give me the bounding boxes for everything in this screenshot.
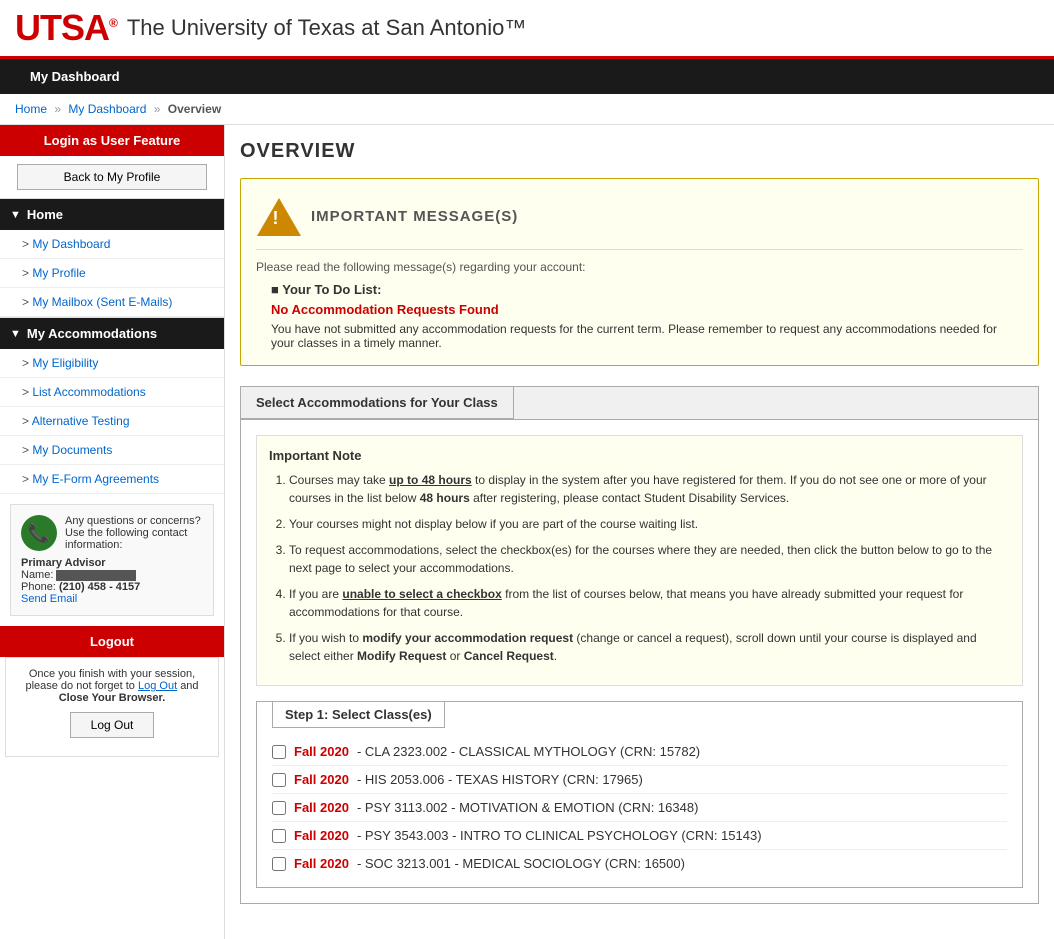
warning-icon [256,194,301,239]
course-row-3: Fall 2020 - PSY 3543.003 - INTRO TO CLIN… [272,822,1007,850]
note-item-2: Your courses might not display below if … [289,515,1010,533]
important-note-box: Important Note Courses may take up to 48… [256,435,1023,686]
important-title: IMPORTANT MESSAGE(S) [311,208,518,225]
login-as-user-box: Login as User Feature [0,125,224,156]
breadcrumb-sep2: » [154,102,164,116]
course-row-2: Fall 2020 - PSY 3113.002 - MOTIVATION & … [272,794,1007,822]
course-checkbox-3[interactable] [272,829,286,843]
home-section-header[interactable]: ▼ Home [0,199,224,230]
course-term-4: Fall 2020 [294,856,349,871]
accommodations-section-label: My Accommodations [27,326,157,341]
accommodations-arrow-icon: ▼ [10,328,21,340]
accommodations-section-header[interactable]: ▼ My Accommodations [0,318,224,349]
course-details-4: - SOC 3213.001 - MEDICAL SOCIOLOGY (CRN:… [357,856,685,871]
sidebar-item-list-accommodations[interactable]: List Accommodations [0,378,224,407]
contact-text: Any questions or concerns? Use the follo… [65,515,201,551]
my-dashboard-nav[interactable]: My Dashboard [15,59,135,94]
important-notes-list: Courses may take up to 48 hours to displ… [269,471,1010,665]
logout-content: Once you finish with your session, pleas… [5,657,219,757]
phone-number: (210) 458 - 4157 [59,581,140,593]
course-checkbox-0[interactable] [272,745,286,759]
any-questions-text: Any questions or concerns? [65,515,201,527]
logout-box: Logout [0,626,224,657]
note-item-1: Courses may take up to 48 hours to displ… [289,471,1010,507]
course-checkbox-2[interactable] [272,801,286,815]
main-content: OVERVIEW IMPORTANT MESSAGE(S) Please rea… [225,125,1054,939]
course-term-3: Fall 2020 [294,828,349,843]
use-following-text: Use the following contact [65,527,187,539]
course-checkbox-4[interactable] [272,857,286,871]
phone-icon: 📞 [21,515,57,551]
important-message-header: IMPORTANT MESSAGE(S) [256,194,1023,250]
sidebar-item-alternative-testing[interactable]: Alternative Testing [0,407,224,436]
course-checkbox-1[interactable] [272,773,286,787]
sidebar-item-my-mailbox[interactable]: My Mailbox (Sent E-Mails) [0,288,224,317]
no-accommodation-text: No Accommodation Requests Found [271,302,1023,317]
close-browser-text: Close Your Browser. [59,692,166,704]
sidebar: Login as User Feature Back to My Profile… [0,125,225,939]
navbar: My Dashboard [0,59,1054,94]
accommodation-note: You have not submitted any accommodation… [271,322,1023,350]
breadcrumb-sep1: » [54,102,64,116]
log-out-link[interactable]: Log Out [138,680,177,692]
sidebar-item-my-eligibility[interactable]: My Eligibility [0,349,224,378]
contact-inner: 📞 Any questions or concerns? Use the fol… [21,515,203,551]
important-subtitle: Please read the following message(s) reg… [256,260,1023,274]
sidebar-item-my-dashboard[interactable]: My Dashboard [0,230,224,259]
accommodations-section: ▼ My Accommodations My Eligibility List … [0,317,224,494]
important-message-box: IMPORTANT MESSAGE(S) Please read the fol… [240,178,1039,366]
logout-and-text: and [180,680,198,692]
course-row-4: Fall 2020 - SOC 3213.001 - MEDICAL SOCIO… [272,850,1007,877]
back-to-profile-button[interactable]: Back to My Profile [17,164,207,190]
course-details-2: - PSY 3113.002 - MOTIVATION & EMOTION (C… [357,800,698,815]
log-out-button[interactable]: Log Out [70,712,155,738]
breadcrumb-overview: Overview [168,102,221,116]
course-details-0: - CLA 2323.002 - CLASSICAL MYTHOLOGY (CR… [357,744,700,759]
contact-box: 📞 Any questions or concerns? Use the fol… [10,504,214,616]
course-row-1: Fall 2020 - HIS 2053.006 - TEXAS HISTORY… [272,766,1007,794]
warning-triangle [257,198,301,236]
home-section: ▼ Home My Dashboard My Profile My Mailbo… [0,198,224,317]
home-section-label: Home [27,207,63,222]
name-label: Name: [21,569,53,581]
step1-courses: Fall 2020 - CLA 2323.002 - CLASSICAL MYT… [257,728,1022,887]
course-term-2: Fall 2020 [294,800,349,815]
course-term-1: Fall 2020 [294,772,349,787]
primary-advisor-label: Primary Advisor [21,557,106,569]
step1-container: Step 1: Select Class(es) Fall 2020 - CLA… [256,701,1023,888]
page-title: OVERVIEW [240,140,1039,163]
home-arrow-icon: ▼ [10,209,21,221]
send-email-link[interactable]: Send Email [21,593,77,605]
select-accommodations-tab[interactable]: Select Accommodations for Your Class [241,387,514,419]
phone-label: Phone: [21,581,56,593]
utsa-logo: UTSA® The University of Texas at San Ant… [15,10,526,46]
header: UTSA® The University of Texas at San Ant… [0,0,1054,59]
utsa-letters: UTSA® [15,10,117,46]
sidebar-item-my-documents[interactable]: My Documents [0,436,224,465]
note-item-5: If you wish to modify your accommodation… [289,629,1010,665]
course-details-3: - PSY 3543.003 - INTRO TO CLINICAL PSYCH… [357,828,762,843]
todo-title: ■ Your To Do List: [271,282,1023,297]
note-item-3: To request accommodations, select the ch… [289,541,1010,577]
course-row-0: Fall 2020 - CLA 2323.002 - CLASSICAL MYT… [272,738,1007,766]
course-details-1: - HIS 2053.006 - TEXAS HISTORY (CRN: 179… [357,772,643,787]
sidebar-item-my-profile[interactable]: My Profile [0,259,224,288]
breadcrumb-home[interactable]: Home [15,102,47,116]
breadcrumb: Home » My Dashboard » Overview [0,94,1054,125]
important-note-title: Important Note [269,448,1010,463]
utsa-tagline: The University of Texas at San Antonio™ [127,15,526,41]
advisor-info: Primary Advisor Name: Phone: (210) 458 -… [21,557,203,605]
advisor-name-bar [56,570,136,581]
layout: Login as User Feature Back to My Profile… [0,125,1054,939]
information-text: information: [65,539,122,551]
step1-header: Step 1: Select Class(es) [272,701,445,728]
breadcrumb-my-dashboard[interactable]: My Dashboard [68,102,146,116]
select-accommodations-panel: Select Accommodations for Your Class Imp… [240,386,1039,904]
sidebar-item-my-eform-agreements[interactable]: My E-Form Agreements [0,465,224,494]
note-item-4: If you are unable to select a checkbox f… [289,585,1010,621]
panel-tab-bar: Select Accommodations for Your Class [241,387,1038,420]
course-term-0: Fall 2020 [294,744,349,759]
